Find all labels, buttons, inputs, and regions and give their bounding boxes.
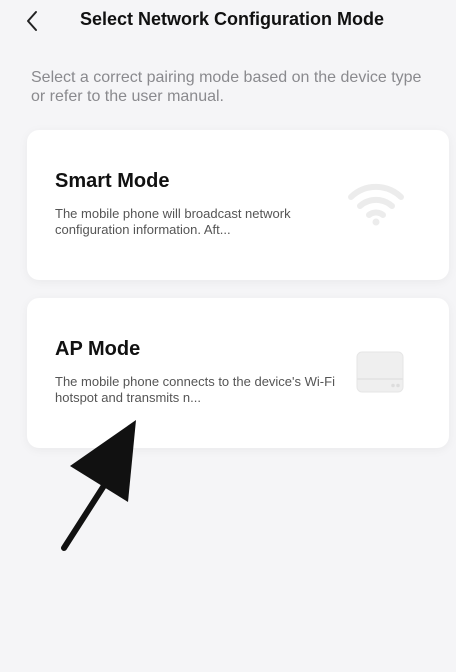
smart-mode-card[interactable]: Smart Mode The mobile phone will broadca… [27, 130, 449, 280]
instruction-text: Select a correct pairing mode based on t… [31, 69, 422, 105]
navigation-bar: Select Network Configuration Mode [0, 0, 456, 44]
smart-mode-title: Smart Mode [55, 170, 170, 192]
empty-area [0, 490, 456, 672]
ap-mode-title: AP Mode [55, 338, 141, 360]
page-title: Select Network Configuration Mode [80, 9, 385, 29]
ap-mode-description: The mobile phone connects to the device'… [55, 374, 335, 405]
smart-mode-description: The mobile phone will broadcast network … [55, 206, 291, 237]
router-icon [356, 351, 404, 393]
ap-mode-card[interactable]: AP Mode The mobile phone connects to the… [27, 298, 449, 448]
back-button[interactable] [18, 6, 46, 36]
wifi-icon [348, 183, 404, 226]
chevron-left-icon [27, 11, 37, 31]
